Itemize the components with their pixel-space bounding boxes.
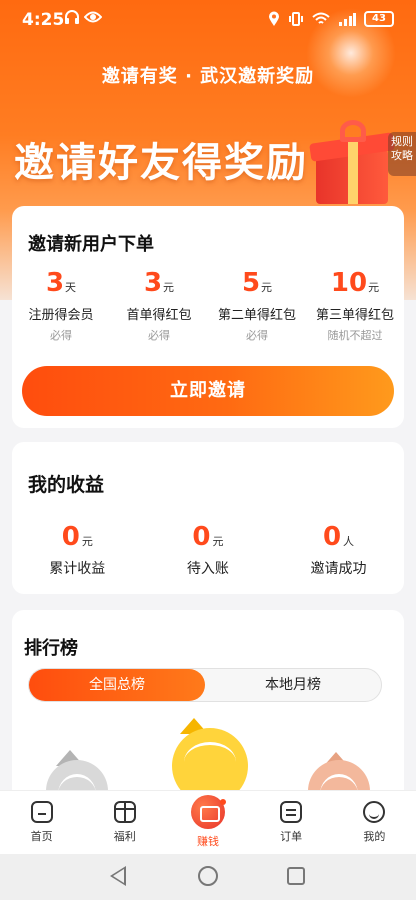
eye-icon — [84, 11, 102, 23]
reward-value: 10 — [330, 268, 368, 298]
tab-national-ranking[interactable]: 全国总榜 — [29, 669, 205, 701]
reward-label: 第三单得红包 — [315, 308, 394, 323]
earning-unit: 人 — [343, 535, 355, 548]
reward-item: 5元 第二单得红包 必得 — [208, 268, 306, 343]
hero-title: 邀请好友得奖励 — [14, 140, 308, 186]
nav-label: 订单 — [280, 830, 303, 843]
reward-item: 10元 第三单得红包 随机不超过 — [306, 268, 404, 343]
invite-card-title: 邀请新用户下单 — [28, 234, 154, 255]
nav-mine[interactable]: 我的 — [333, 791, 416, 854]
rules-label: 规则 — [391, 135, 413, 148]
nav-home[interactable]: 首页 — [0, 791, 83, 854]
profile-icon — [363, 801, 386, 823]
reward-note: 必得 — [50, 329, 72, 342]
tab-local-monthly-ranking[interactable]: 本地月榜 — [205, 669, 381, 701]
reward-label: 首单得红包 — [126, 308, 192, 323]
reward-unit: 天 — [65, 281, 77, 294]
earning-unit: 元 — [81, 535, 93, 548]
vibrate-icon — [289, 12, 303, 26]
signal-icon — [339, 13, 356, 26]
guide-label: 攻略 — [391, 149, 413, 162]
notification-dot — [220, 799, 227, 805]
earning-value: 0 — [192, 522, 211, 552]
home-circle-icon[interactable] — [198, 866, 218, 886]
earning-value: 0 — [322, 522, 342, 552]
location-icon — [269, 11, 279, 26]
reward-unit: 元 — [261, 281, 273, 294]
reward-note: 必得 — [246, 329, 268, 342]
rules-guide-tab[interactable]: 规则 攻略 — [388, 132, 416, 176]
earnings-card-title: 我的收益 — [28, 474, 105, 496]
headphones-icon — [65, 10, 79, 24]
status-time: 4:25 — [22, 10, 65, 30]
reward-list: 3天 注册得会员 必得 3元 首单得红包 必得 5元 第二单得红包 必得 10元… — [12, 268, 404, 343]
nav-label: 我的 — [363, 830, 386, 843]
battery-icon: 43 — [364, 11, 394, 27]
earning-item[interactable]: 0元 待入账 — [143, 522, 274, 578]
reward-value: 5 — [241, 268, 261, 298]
nav-label: 首页 — [30, 830, 53, 843]
hero-subtitle: 邀请有奖 · 武汉邀新奖励 — [101, 66, 315, 87]
earnings-card: 我的收益 0元 累计收益 0元 待入账 0人 邀请成功 — [12, 442, 404, 594]
gift-icon — [113, 801, 136, 823]
reward-item: 3天 注册得会员 必得 — [12, 268, 110, 343]
recent-apps-icon[interactable] — [287, 867, 305, 885]
wifi-icon — [312, 12, 330, 24]
nav-earn-money[interactable]: 赚钱 — [166, 791, 249, 854]
earning-label: 待入账 — [186, 561, 229, 577]
home-icon — [30, 801, 53, 823]
gift-box-illustration — [309, 112, 400, 204]
reward-value: 3 — [143, 268, 163, 298]
reward-label: 第二单得红包 — [217, 308, 296, 323]
invite-card: 邀请新用户下单 3天 注册得会员 必得 3元 首单得红包 必得 5元 第二单得红… — [12, 206, 404, 428]
earning-value: 0 — [61, 522, 80, 552]
earning-unit: 元 — [212, 535, 224, 548]
earning-item[interactable]: 0元 累计收益 — [12, 522, 143, 578]
reward-value: 3 — [45, 268, 65, 298]
ranking-card: 排行榜 全国总榜 本地月榜 — [12, 610, 404, 822]
earning-label: 邀请成功 — [310, 561, 367, 577]
ranking-tabs: 全国总榜 本地月榜 — [28, 668, 382, 702]
status-bar: 4:25 43 — [0, 0, 416, 40]
earnings-list: 0元 累计收益 0元 待入账 0人 邀请成功 — [12, 522, 404, 578]
reward-note: 随机不超过 — [327, 329, 383, 342]
system-nav-bar — [0, 854, 416, 900]
nav-label: 赚钱 — [196, 835, 219, 848]
nav-orders[interactable]: 订单 — [250, 791, 333, 854]
nav-label: 福利 — [113, 830, 136, 843]
back-icon[interactable] — [110, 866, 126, 886]
bottom-nav: 首页 福利 赚钱 订单 我的 — [0, 790, 416, 854]
reward-unit: 元 — [368, 281, 380, 294]
order-icon — [280, 801, 303, 823]
reward-unit: 元 — [163, 281, 175, 294]
ranking-card-title: 排行榜 — [24, 638, 78, 659]
earning-label: 累计收益 — [49, 561, 106, 577]
invite-now-button[interactable]: 立即邀请 — [22, 366, 394, 416]
reward-item: 3元 首单得红包 必得 — [110, 268, 208, 343]
nav-welfare[interactable]: 福利 — [83, 791, 166, 854]
reward-label: 注册得会员 — [28, 308, 94, 323]
reward-note: 必得 — [148, 329, 170, 342]
earning-item[interactable]: 0人 邀请成功 — [273, 522, 404, 578]
